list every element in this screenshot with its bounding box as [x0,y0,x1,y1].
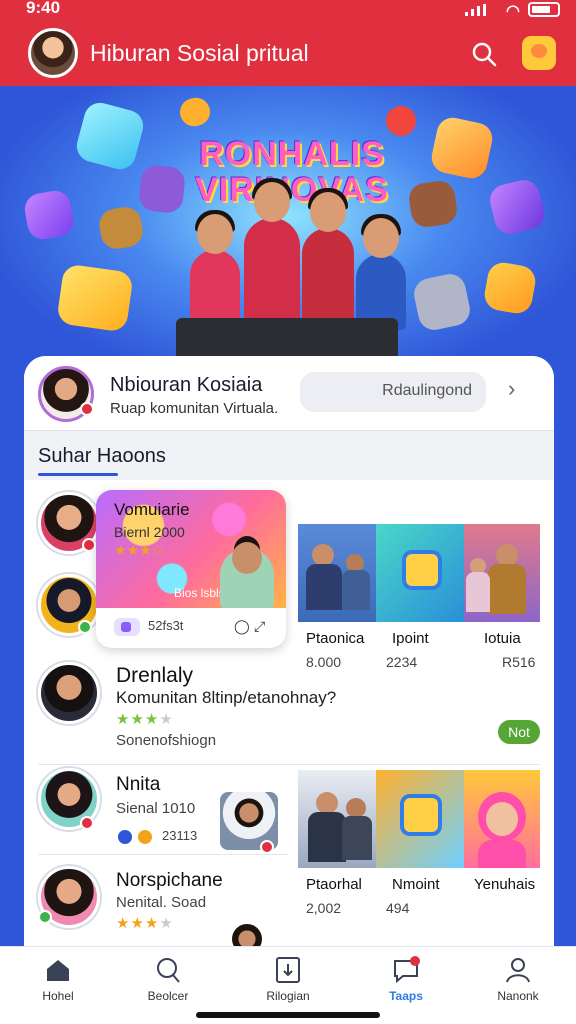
section-header: Suhar Haoons [24,430,554,480]
nav-label: Rilogian [266,989,310,1003]
tag-icon [116,828,134,846]
home-indicator [196,1012,380,1018]
join-button[interactable]: Not [498,720,540,744]
profile-name: Nbiouran Kosiaia [110,374,263,396]
app-cube-icon [56,263,134,333]
app-cube-icon [486,176,548,238]
section-underline [38,473,118,476]
rating-stars: ★★★☆ [114,542,165,558]
search-icon[interactable] [470,40,498,68]
header-avatar[interactable] [28,28,78,78]
download-icon [276,957,300,983]
app-header: 9:40 ◠ Hiburan Sosial pritual [0,0,576,86]
share-icon[interactable]: ⤢ [254,618,265,635]
app-cube-icon [428,114,496,182]
media-thumbnail[interactable] [464,524,540,622]
popup-name: Vomuiarie [114,500,190,519]
avatar[interactable] [38,662,100,724]
item-name: Norspichane [116,870,223,891]
status-badge [260,840,274,854]
chat-icon [394,956,420,984]
app-cube-icon [73,99,147,173]
app-cube-icon [482,260,538,316]
info-icon[interactable]: ◯ [234,618,250,635]
search-icon [157,958,180,983]
thumbnail-value: 8.000 [306,654,342,670]
popup-count: 52fs3t [148,618,184,633]
media-thumbnail[interactable] [376,770,464,868]
rating-stars: ★★★★ [116,915,174,932]
nav-search[interactable]: Beolcer [118,955,218,1003]
thumbnail-caption: Ptaorhal [306,876,362,893]
app-cube-icon [137,163,187,215]
hero-banner[interactable]: RONHALIS VIRINOVAS [0,86,576,376]
nav-label: Beolcer [147,989,189,1003]
status-time: 9:40 [26,0,61,17]
item-subtitle: Sienal 1010 [116,800,196,817]
app-cube-icon [407,179,459,229]
community-list: Vomuiarie Biernl 2000 ★★★☆ Bios lsblsl 5… [24,480,554,956]
item-extra: Sonenofshiogn [116,732,217,749]
item-subtitle: Komunitan 8ltinp/etanohnay? [116,688,337,707]
status-badge [78,620,92,634]
app-cube-icon [411,271,473,333]
wifi-icon: ◠ [506,3,520,20]
media-thumbnail[interactable] [376,524,464,622]
media-thumbnail[interactable] [464,770,540,868]
status-badge [38,910,52,924]
thumbnail-caption: Ptaonica [306,630,365,647]
thumbnail-value: 494 [386,900,410,916]
thumbnail-caption: Yenuhais [474,876,536,893]
status-bar: 9:40 ◠ [0,0,576,22]
battery-icon [528,2,560,17]
gift-icon[interactable] [522,36,556,70]
divider [38,764,540,765]
signal-icon [465,4,486,16]
hero-title: RONHALIS VIRINOVAS [195,135,389,209]
divider [38,854,288,855]
app-title: Hiburan Sosial pritual [90,40,309,66]
person-figure [244,178,300,328]
thumbnail-caption: Ipoint [392,630,429,647]
item-subtitle: Nenital. Soad [116,894,207,911]
profile-input[interactable]: Rdaulingond [300,372,486,412]
popup-card[interactable]: Vomuiarie Biernl 2000 ★★★☆ Bios lsblsl 5… [96,490,286,648]
thumbnail-value: 2234 [386,654,418,670]
thumbnail-caption: Nmoint [392,876,440,893]
nav-label: Taaps [389,989,423,1003]
app-cube-icon [22,188,76,242]
popup-subtitle: Biernl 2000 [114,524,185,540]
nav-home[interactable]: Hohel [8,955,108,1003]
profile-row[interactable]: Nbiouran Kosiaia Ruap komunitan Virtuala… [24,356,554,430]
nav-download[interactable]: Rilogian [238,955,338,1003]
person-photo [220,542,274,608]
app-cube-icon [96,204,146,252]
rating-stars: ★★★★ [116,711,174,728]
app-cube-icon [177,95,213,129]
thumbnail-value: R516 [502,654,536,670]
thumbnail-caption: Iotuia [484,630,521,647]
media-thumbnail[interactable] [298,524,376,622]
item-name: Nnita [116,774,161,795]
nav-label: Nanonk [497,989,539,1003]
status-badge [80,816,94,830]
profile-icon [506,958,530,983]
notification-badge [80,402,94,416]
content-card: Nbiouran Kosiaia Ruap komunitan Virtuala… [24,356,554,956]
section-title: Suhar Haoons [38,445,166,467]
person-figure [302,188,354,328]
nav-label: Hohel [42,989,74,1003]
profile-subtitle: Ruap komunitan Virtuala. [110,400,279,417]
tag-icon [114,618,140,636]
tag-icon [136,828,154,846]
media-thumbnail[interactable] [298,770,376,868]
home-icon [47,960,69,981]
item-name: Drenlaly [116,664,194,687]
nav-profile[interactable]: Nanonk [468,955,568,1003]
chevron-right-icon[interactable]: › [508,376,515,402]
status-badge [82,538,96,552]
nav-chat[interactable]: Taaps [356,955,456,1003]
thumbnail-value: 2,002 [306,900,342,916]
item-count: 23113 [162,828,198,843]
